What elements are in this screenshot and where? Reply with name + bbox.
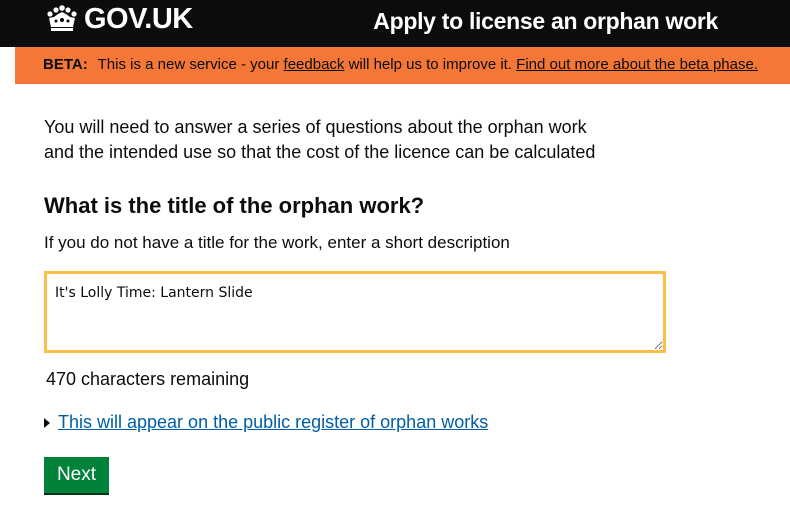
service-name-link[interactable]: Apply to license an orphan work <box>373 8 718 35</box>
public-register-link[interactable]: This will appear on the public register … <box>58 412 488 433</box>
hint-text: If you do not have a title for the work,… <box>44 233 510 252</box>
intro-line-1: You will need to answer a series of ques… <box>44 117 587 137</box>
site-header: GOV.UK Apply to license an orphan work <box>0 0 790 47</box>
next-button[interactable]: Next <box>44 457 109 493</box>
intro-text: You will need to answer a series of ques… <box>44 115 644 165</box>
character-counter: 470 characters remaining <box>46 369 250 389</box>
govuk-logo-link[interactable]: GOV.UK <box>46 2 193 36</box>
disclosure-triangle-icon <box>44 417 50 428</box>
beta-banner: BETA: This is a new service - your feedb… <box>15 47 790 84</box>
question-heading: What is the title of the orphan work? <box>44 193 425 218</box>
beta-tag: BETA: <box>43 56 88 73</box>
beta-text-before: This is a new service - your <box>97 56 280 73</box>
details-summary[interactable]: This will appear on the public register … <box>44 412 488 433</box>
title-textarea[interactable]: It's Lolly Time: Lantern Slide <box>44 271 666 353</box>
intro-line-2: and the intended use so that the cost of… <box>44 142 596 162</box>
logo-text: GOV.UK <box>84 2 193 35</box>
crown-icon <box>47 5 77 31</box>
beta-text-after: will help us to improve it. <box>348 56 512 73</box>
feedback-link[interactable]: feedback <box>284 56 345 73</box>
beta-info-link[interactable]: Find out more about the beta phase. <box>516 56 758 73</box>
